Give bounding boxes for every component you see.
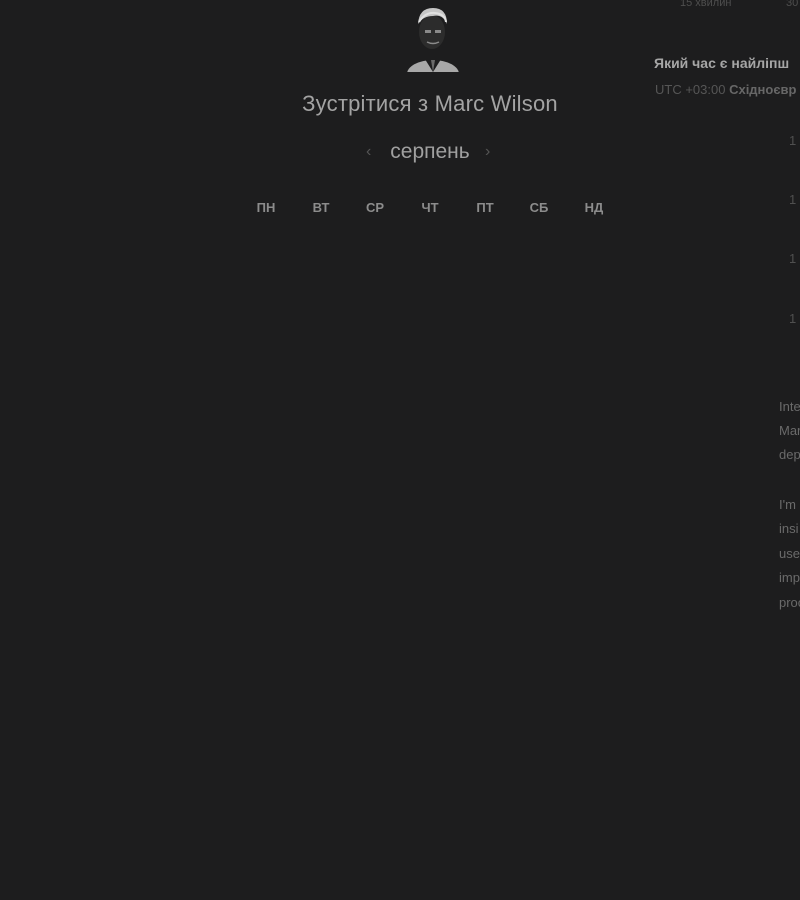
timezone-name: Східноєвр [729, 82, 797, 97]
weekday-thu: ЧТ [421, 200, 439, 215]
weekday-fri: ПТ [476, 200, 494, 215]
time-slot[interactable]: 1 [789, 192, 796, 207]
weekday-sun: НД [584, 200, 604, 215]
description-line: insi [779, 521, 799, 536]
month-navigator: ‹ серпень › [360, 139, 500, 167]
timezone-selector[interactable]: UTC +03:00 Східноєвр [655, 82, 796, 97]
weekday-tue: ВТ [312, 200, 330, 215]
description-line: use [779, 546, 800, 561]
month-label: серпень [390, 140, 470, 163]
description-line: proc [779, 595, 800, 610]
time-slot[interactable]: 1 [789, 133, 796, 148]
weekday-wed: СР [365, 200, 385, 215]
chevron-right-icon[interactable]: › [485, 139, 490, 165]
time-slot[interactable]: 1 [789, 311, 796, 326]
description-line: dep [779, 447, 800, 462]
host-avatar [407, 8, 459, 72]
duration-option-30[interactable]: 30 [786, 0, 798, 9]
weekday-header: ПН ВТ СР ЧТ ПТ СБ НД [240, 200, 620, 220]
description-line: Inte [779, 399, 800, 414]
timezone-offset: UTC +03:00 [655, 82, 726, 97]
weekday-mon: ПН [256, 200, 276, 215]
description-line: I'm [779, 497, 796, 512]
description-line: Mar [779, 423, 800, 438]
time-question: Який час є найліпш [654, 55, 790, 71]
weekday-sat: СБ [529, 200, 549, 215]
duration-option-15[interactable]: 15 хвилин [680, 0, 731, 9]
description-line: imp [779, 570, 800, 585]
time-slot[interactable]: 1 [789, 251, 796, 266]
